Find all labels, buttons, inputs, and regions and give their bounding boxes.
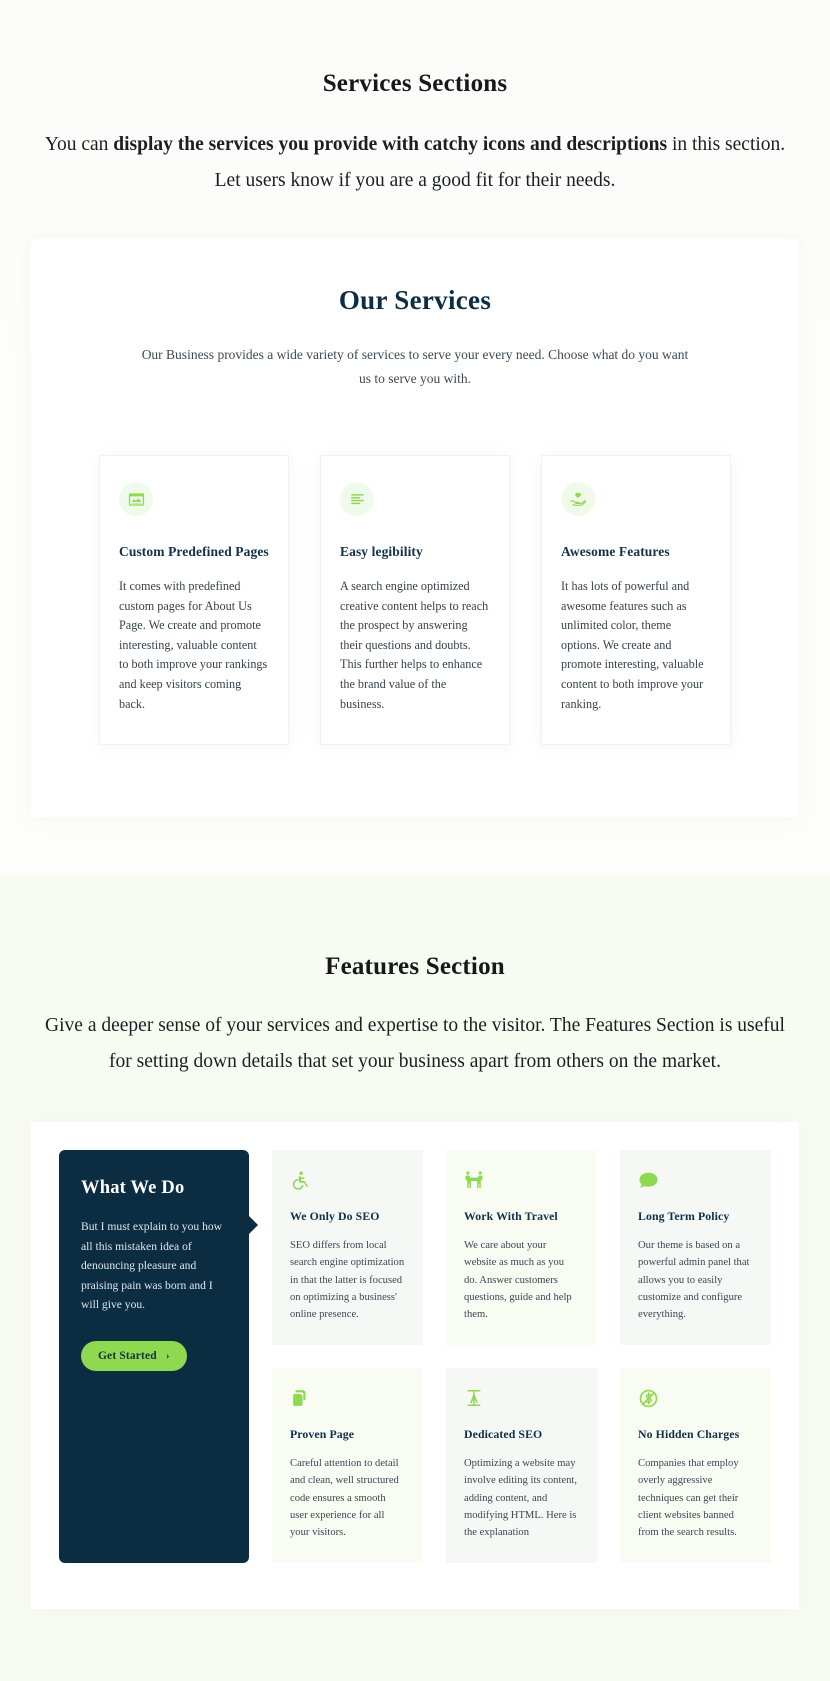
what-we-do-promo: What We Do But I must explain to you how… [59, 1150, 258, 1564]
feature-card-title: Work With Travel [464, 1209, 558, 1224]
feature-card[interactable]: No Hidden Charges Companies that employ … [620, 1368, 771, 1564]
our-services-heading: Our Services [338, 285, 492, 315]
feature-card-title: No Hidden Charges [638, 1427, 740, 1442]
browser-window-icon [119, 482, 153, 516]
feature-card-title: Dedicated SEO [464, 1427, 543, 1442]
services-intro-title: Services Sections [322, 70, 508, 97]
feature-card-title: Long Term Policy [638, 1209, 730, 1224]
service-card-title: Custom Predefined Pages [119, 544, 269, 559]
hand-holding-heart-icon [561, 482, 595, 516]
feature-card-desc: SEO differs from local search engine opt… [290, 1240, 405, 1320]
service-card-desc: A search engine optimized creative conte… [340, 579, 489, 711]
comment-bubble-icon [638, 1170, 753, 1192]
no-money-circle-icon [638, 1388, 753, 1410]
features-intro-text: Give a deeper sense of your services and… [45, 1015, 785, 1073]
service-card[interactable]: Custom Predefined Pages It comes with pr… [99, 455, 289, 746]
service-card-list: Custom Predefined Pages It comes with pr… [91, 455, 739, 746]
chevron-right-icon: › [165, 1349, 170, 1362]
feature-card-grid: We Only Do SEO SEO differs from local se… [272, 1150, 771, 1564]
our-services-inner: Our Services Our Business provides a wid… [31, 239, 799, 817]
features-row: What We Do But I must explain to you how… [59, 1150, 771, 1564]
accessibility-icon [290, 1170, 405, 1192]
our-services-panel: Our Services Our Business provides a wid… [31, 239, 799, 818]
promo-text: But I must explain to you how all this m… [81, 1220, 223, 1312]
feature-card[interactable]: Proven Page Careful attention to detail … [272, 1368, 423, 1564]
service-card[interactable]: Easy legibility A search engine optimize… [320, 455, 510, 746]
services-intro-text: You can display the services you provide… [44, 127, 786, 199]
features-section: Features Section Give a deeper sense of … [0, 875, 830, 1681]
service-card-title: Easy legibility [340, 544, 423, 559]
feature-card[interactable]: Long Term Policy Our theme is based on a… [620, 1150, 771, 1346]
feature-card[interactable]: Work With Travel We care about your webs… [446, 1150, 597, 1346]
align-left-text-icon [340, 482, 374, 516]
feature-card[interactable]: We Only Do SEO SEO differs from local se… [272, 1150, 423, 1346]
feature-card-desc: Careful attention to detail and clean, w… [290, 1458, 399, 1538]
features-panel: What We Do But I must explain to you how… [31, 1122, 799, 1610]
service-card[interactable]: Awesome Features It has lots of powerful… [541, 455, 731, 746]
services-section: Services Sections You can display the se… [0, 0, 830, 876]
text-height-icon [464, 1388, 579, 1410]
intro-text-before: You can [44, 134, 114, 155]
feature-card-desc: Our theme is based on a powerful admin p… [638, 1240, 750, 1320]
feature-card-title: We Only Do SEO [290, 1209, 380, 1224]
intro-text-bold: display the services you provide with ca… [113, 134, 668, 155]
promo-title: What We Do [81, 1178, 185, 1199]
services-intro: Services Sections You can display the se… [0, 70, 830, 199]
feature-card-desc: Companies that employ overly aggressive … [638, 1458, 739, 1538]
feature-card-desc: We care about your website as much as yo… [464, 1240, 572, 1320]
clone-pages-icon [290, 1388, 405, 1410]
features-intro-title: Features Section [325, 953, 505, 981]
feature-card-title: Proven Page [290, 1427, 355, 1442]
get-started-button[interactable]: Get Started › [81, 1340, 187, 1371]
service-card-desc: It comes with predefined custom pages fo… [119, 579, 268, 711]
people-carry-icon [464, 1170, 579, 1192]
our-services-subheading: Our Business provides a wide variety of … [141, 347, 689, 386]
feature-card[interactable]: Dedicated SEO Optimizing a website may i… [446, 1368, 597, 1564]
feature-card-desc: Optimizing a website may involve editing… [464, 1458, 577, 1538]
service-card-title: Awesome Features [561, 544, 670, 559]
service-card-desc: It has lots of powerful and awesome feat… [561, 579, 704, 711]
get-started-label: Get Started [98, 1349, 157, 1362]
features-intro: Features Section Give a deeper sense of … [0, 953, 830, 1080]
page-root: Services Sections You can display the se… [0, 0, 830, 1681]
